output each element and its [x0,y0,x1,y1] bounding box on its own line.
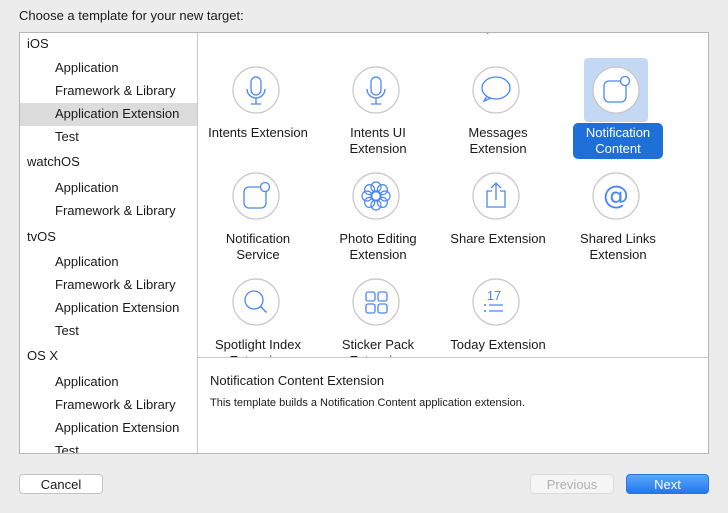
template-tile[interactable]: Provider [558,33,678,46]
calendar-date-text: 17 [487,288,501,303]
grid-icon [352,278,400,326]
template-label: Share Extension [450,231,546,246]
template-description: Notification Content Extension This temp… [198,359,708,453]
template-tile[interactable]: Extension [318,33,438,46]
description-body: This template builds a Notification Cont… [210,397,525,409]
template-label: Spotlight Index Extension [214,337,301,357]
template-tile[interactable]: Intents Extension [198,46,318,152]
template-label: Provider [566,33,670,37]
template-label: Today Extension [450,337,546,352]
svg-text:@: @ [603,181,629,211]
sidebar-item[interactable]: Application [20,251,197,274]
template-tile[interactable]: Intents UI Extension [318,46,438,156]
template-label: Shared Links Extension [580,231,656,262]
next-button[interactable]: Next [626,474,709,494]
sidebar-platform-header[interactable]: watchOS [20,151,197,174]
template-icon-wrap: @ [584,164,648,228]
template-label: Keyboard [446,33,550,37]
notification-icon [232,172,280,220]
template-tile[interactable]: Sticker Pack Extension [318,258,438,357]
template-icon-wrap [224,164,288,228]
sidebar-item[interactable]: Framework & Library [20,200,197,223]
sidebar-item[interactable]: Framework & Library [20,80,197,103]
sidebar-item[interactable]: Framework & Library [20,394,197,417]
template-icon-wrap [464,58,528,122]
sidebar-platform-header[interactable]: OS X [20,345,197,368]
template-icon-wrap: 17 [464,270,528,334]
sidebar-item[interactable]: Framework & Library [20,274,197,297]
sidebar-item[interactable]: Test [20,320,197,343]
sidebar-item[interactable]: Application [20,57,197,80]
share-icon [472,172,520,220]
cancel-button[interactable]: Cancel [19,474,103,494]
calendar-list-icon: 17 [472,278,520,326]
speech-bubble-icon [472,66,520,114]
template-tile[interactable]: Notification Service [198,152,318,262]
template-tile[interactable]: Extension [198,33,318,46]
template-icon-wrap [224,58,288,122]
sidebar-item[interactable]: Test [20,126,197,149]
template-icon-wrap [344,270,408,334]
flower-icon [352,172,400,220]
template-tile[interactable]: Keyboard [438,33,558,46]
microphone-icon [232,66,280,114]
microphone-icon [352,66,400,114]
at-sign-icon: @ [592,172,640,220]
template-grid[interactable]: Extension Extension Keyboard Provider Intent… [198,33,708,358]
magnifier-icon [232,278,280,326]
template-tile[interactable]: Notification Content [558,46,678,159]
template-tile[interactable]: Photo Editing Extension [318,152,438,262]
sidebar-platform-header[interactable]: iOS [20,33,197,56]
template-chooser: iOS Application Framework & Library Applica… [19,32,709,454]
template-label: Extension [206,33,310,37]
template-tile[interactable]: Messages Extension [438,46,558,156]
sidebar-item[interactable]: Test [20,440,197,453]
template-icon-wrap [464,164,528,228]
template-icon-wrap [584,58,648,122]
sidebar-item[interactable]: Application [20,371,197,394]
template-tile[interactable]: 17 Today Extension [438,258,558,357]
description-title: Notification Content Extension [210,373,385,388]
platform-sidebar[interactable]: iOS Application Framework & Library Applica… [20,33,198,453]
template-label: Intents Extension [208,125,308,140]
template-label: Extension [326,33,430,37]
template-tile[interactable]: @ Shared Links Extension [558,152,678,262]
sidebar-item[interactable]: Application Extension [20,103,197,126]
dialog-title: Choose a template for your new target: [19,8,244,23]
previous-button[interactable]: Previous [530,474,614,494]
sidebar-item[interactable]: Application [20,177,197,200]
template-icon-wrap [344,164,408,228]
notification-icon [592,66,640,114]
template-tile[interactable]: Share Extension [438,152,558,258]
template-tile[interactable]: Spotlight Index Extension [198,258,318,357]
template-icon-wrap [224,270,288,334]
template-label: Sticker Pack Extension [341,337,415,357]
sidebar-platform-header[interactable]: tvOS [20,226,197,249]
sidebar-item[interactable]: Application Extension [20,417,197,440]
sidebar-item[interactable]: Application Extension [20,297,197,320]
template-icon-wrap [344,58,408,122]
